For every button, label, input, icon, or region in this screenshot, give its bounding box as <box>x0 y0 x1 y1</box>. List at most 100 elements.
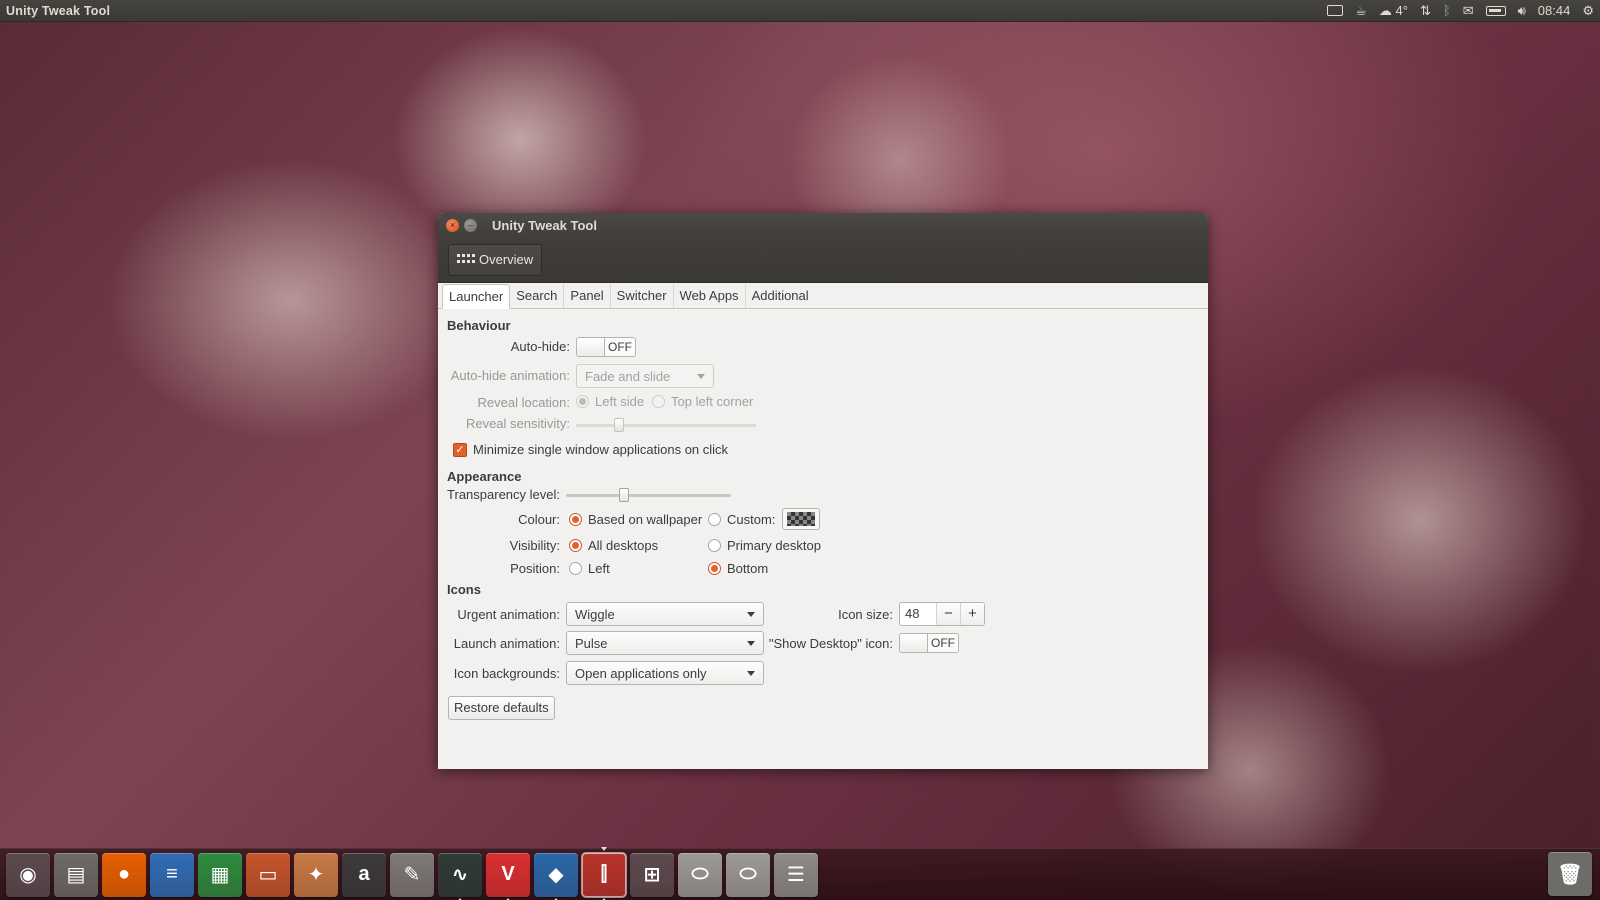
calc-icon[interactable]: ▦ <box>198 852 242 897</box>
bluetooth-icon[interactable]: ᛒ <box>1443 0 1451 22</box>
trash-icon[interactable]: 🗑︎ <box>1548 852 1592 896</box>
window-toolbar: Overview <box>438 237 1208 283</box>
tab-switcher[interactable]: Switcher <box>611 284 674 308</box>
appearance-heading: Appearance <box>447 469 522 484</box>
removable-drive-icon[interactable]: ☰ <box>774 852 818 897</box>
minimize-checkbox[interactable]: ✓ Minimize single window applications on… <box>453 442 728 457</box>
close-icon[interactable]: × <box>446 218 459 232</box>
colour-swatch <box>787 512 815 526</box>
autohide-toggle[interactable]: OFF <box>576 337 636 357</box>
show-desktop-toggle[interactable]: OFF <box>899 633 959 653</box>
unity-tweak-tool-icon[interactable]: ⫿ <box>581 846 627 900</box>
position-bottom-label: Bottom <box>727 561 769 576</box>
files-icon[interactable]: ▤ <box>54 852 98 897</box>
launch-animation-label: Launch animation: <box>453 636 560 651</box>
show-desktop-label: "Show Desktop" icon: <box>768 636 893 651</box>
weather-temp: 4° <box>1395 2 1408 18</box>
firefox-icon[interactable]: ● <box>102 852 146 897</box>
slider-thumb[interactable] <box>618 488 629 502</box>
tab-additional[interactable]: Additional <box>746 284 815 308</box>
transparency-label: Transparency level: <box>447 487 560 502</box>
vivaldi-icon[interactable]: V <box>486 852 530 900</box>
battery-icon[interactable] <box>1485 5 1506 16</box>
visibility-label: Visibility: <box>509 538 560 553</box>
urgent-animation-select[interactable]: Wiggle <box>566 602 764 626</box>
overview-label: Overview <box>479 252 534 267</box>
radio-icon <box>708 539 721 552</box>
clock[interactable]: 08:44 <box>1538 0 1571 22</box>
colour-wallpaper-radio[interactable]: Based on wallpaper <box>569 512 702 527</box>
software-center-icon[interactable]: ✦ <box>294 852 338 897</box>
show-desktop-state: OFF <box>931 636 955 650</box>
network-icon[interactable]: ⇅ <box>1420 0 1431 22</box>
autohide-animation-value: Fade and slide <box>585 368 671 384</box>
visibility-primary-label: Primary desktop <box>727 538 821 553</box>
tab-web-apps[interactable]: Web Apps <box>674 284 746 308</box>
reveal-left-radio[interactable]: Left side <box>576 394 644 409</box>
restore-defaults-button[interactable]: Restore defaults <box>448 696 555 720</box>
radio-icon <box>576 395 589 408</box>
overview-button[interactable]: Overview <box>448 243 543 276</box>
transparency-slider[interactable] <box>566 488 731 502</box>
radio-icon <box>569 539 582 552</box>
top-panel: Unity Tweak Tool ☕ ☁ 4° ⇅ ᛒ ✉ 🔊︎ 08:44 ⚙ <box>0 0 1600 22</box>
workspace-switcher-icon[interactable]: ⊞ <box>630 852 674 897</box>
icon-size-spinner[interactable]: 48 − + <box>899 602 985 626</box>
visibility-all-label: All desktops <box>588 538 659 553</box>
reveal-sensitivity-slider[interactable] <box>576 418 756 432</box>
impress-icon[interactable]: ▭ <box>246 852 290 897</box>
custom-colour-button[interactable] <box>782 508 820 530</box>
weather-indicator[interactable]: ☁ 4° <box>1379 0 1408 22</box>
minimize-icon[interactable]: – <box>464 218 477 232</box>
keyboard-icon[interactable] <box>1327 5 1344 16</box>
increase-button[interactable]: + <box>960 603 984 625</box>
volume-icon[interactable]: 🔊︎ <box>1518 0 1526 22</box>
autohide-animation-select[interactable]: Fade and slide <box>576 364 714 388</box>
system-settings-icon[interactable]: ✎ <box>390 852 434 897</box>
colour-custom-label: Custom: <box>727 512 776 527</box>
checkmark-icon: ✓ <box>453 442 467 457</box>
reveal-left-label: Left side <box>595 394 645 409</box>
icon-size-label: Icon size: <box>838 607 893 622</box>
visibility-all-radio[interactable]: All desktops <box>569 538 658 553</box>
reveal-sensitivity-label: Reveal sensitivity: <box>465 416 570 431</box>
reveal-location-label: Reveal location: <box>477 395 571 410</box>
radio-icon <box>569 562 582 575</box>
position-bottom-radio[interactable]: Bottom <box>708 561 768 576</box>
reveal-top-radio[interactable]: Top left corner <box>652 394 753 409</box>
toggle-knob <box>900 634 928 652</box>
position-left-radio[interactable]: Left <box>569 561 610 576</box>
virtualbox-icon[interactable]: ◆ <box>534 852 578 900</box>
tab-panel[interactable]: Panel <box>564 284 611 308</box>
icon-size-value[interactable]: 48 <box>900 603 936 625</box>
tab-launcher[interactable]: Launcher <box>442 284 511 309</box>
session-gear-icon[interactable]: ⚙ <box>1582 0 1594 22</box>
autohide-state: OFF <box>608 340 632 354</box>
visibility-primary-radio[interactable]: Primary desktop <box>708 538 821 553</box>
weather-icon: ☁ <box>1378 2 1392 18</box>
launcher-dock: ◉ ▤ ● ≡ ▦ ▭ ✦ a ✎ ∿ V ◆ ⫿ ⊞ ⬭ ⬭ ☰ <box>0 846 1600 900</box>
amazon-icon[interactable]: a <box>342 852 386 897</box>
reveal-top-label: Top left corner <box>671 394 754 409</box>
colour-label: Colour: <box>518 512 560 527</box>
system-monitor-icon[interactable]: ∿ <box>438 852 482 900</box>
drive-icon[interactable]: ⬭ <box>678 852 722 897</box>
writer-icon[interactable]: ≡ <box>150 852 194 897</box>
tab-bar: Launcher Search Panel Switcher Web Apps … <box>438 283 1208 309</box>
mail-icon[interactable]: ✉ <box>1463 0 1474 22</box>
window-titlebar[interactable]: × – Unity Tweak Tool <box>438 213 1208 237</box>
radio-icon <box>569 513 582 526</box>
dash-home-icon[interactable]: ◉ <box>6 852 50 897</box>
colour-wallpaper-label: Based on wallpaper <box>588 512 703 527</box>
drive-2-icon[interactable]: ⬭ <box>726 852 770 897</box>
launch-animation-value: Pulse <box>575 635 608 651</box>
icon-backgrounds-select[interactable]: Open applications only <box>566 661 764 685</box>
decrease-button[interactable]: − <box>936 603 960 625</box>
coffee-icon[interactable]: ☕ <box>1355 0 1367 22</box>
tab-search[interactable]: Search <box>510 284 565 308</box>
chevron-down-icon <box>747 611 755 617</box>
slider-thumb[interactable] <box>614 418 625 432</box>
colour-custom-radio[interactable]: Custom: <box>708 512 775 527</box>
window-title: Unity Tweak Tool <box>492 217 597 233</box>
launch-animation-select[interactable]: Pulse <box>566 631 764 655</box>
